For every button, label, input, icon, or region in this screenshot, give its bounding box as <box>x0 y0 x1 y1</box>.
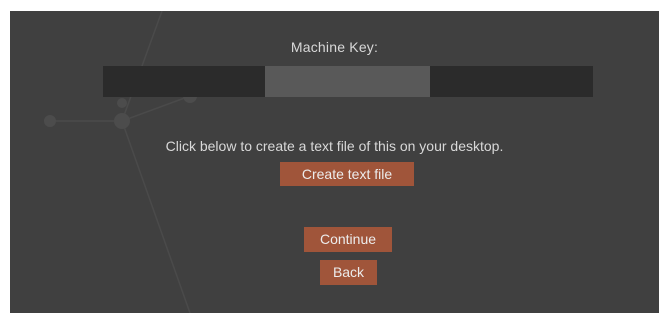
machine-key-bar <box>103 66 593 97</box>
create-text-file-button[interactable]: Create text file <box>280 162 414 186</box>
back-button[interactable]: Back <box>320 260 377 285</box>
machine-key-dialog: Machine Key: Click below to create a tex… <box>10 11 659 313</box>
instruction-text: Click below to create a text file of thi… <box>165 138 504 154</box>
machine-key-field[interactable] <box>265 66 430 97</box>
continue-button[interactable]: Continue <box>304 227 392 252</box>
machine-key-title: Machine Key: <box>290 39 379 55</box>
